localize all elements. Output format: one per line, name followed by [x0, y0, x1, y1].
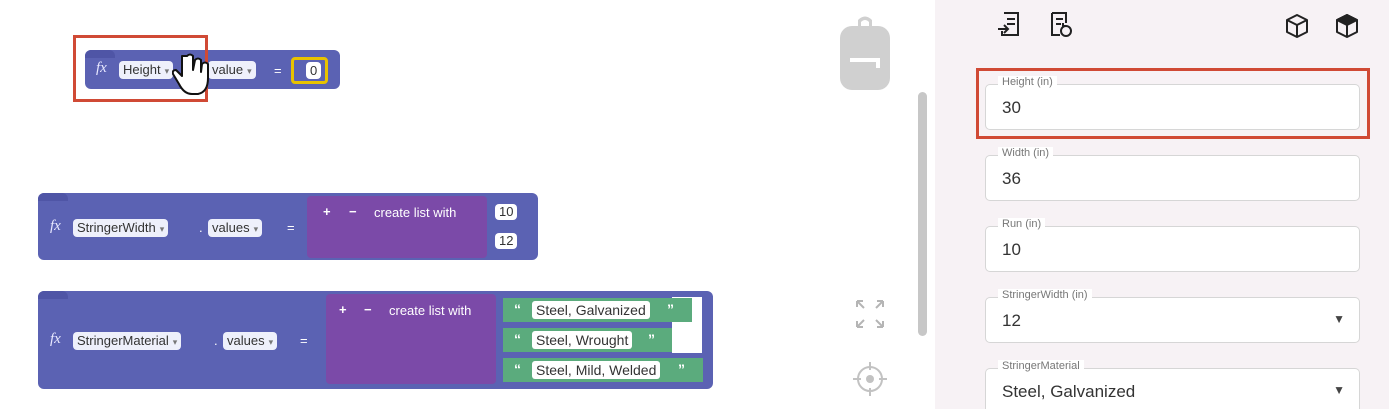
width-field-value[interactable]: 36: [1002, 169, 1021, 189]
list-text-item[interactable]: Steel, Wrought: [532, 331, 633, 349]
parameter-dropdown[interactable]: StringerWidth ▾: [73, 219, 169, 237]
close-quote: ”: [678, 361, 685, 377]
width-field[interactable]: Width (in) 36: [985, 147, 1360, 201]
list-number-item[interactable]: 12: [495, 233, 518, 249]
export-rules-icon[interactable]: [996, 10, 1024, 38]
cube-outline-icon[interactable]: [1283, 12, 1311, 40]
add-item-button[interactable]: +: [323, 204, 331, 219]
add-item-button[interactable]: +: [339, 302, 347, 317]
run-field-value[interactable]: 10: [1002, 240, 1021, 260]
number-block[interactable]: 0: [291, 57, 328, 84]
create-list-label: create list with: [374, 205, 457, 220]
fx-icon: fx: [50, 218, 61, 234]
hand-cursor-icon: [172, 53, 209, 95]
block-canvas[interactable]: fx Height ▾ value ▾ = 0 fx StringerWidth ▾ …: [0, 0, 935, 409]
reset-rules-icon[interactable]: [1046, 10, 1074, 38]
highlight-box: [976, 68, 1370, 139]
fit-view-icon[interactable]: [853, 297, 887, 331]
create-list-label: create list with: [389, 303, 472, 318]
equals-sign: =: [287, 220, 295, 235]
equals-sign: =: [300, 333, 308, 348]
backpack-icon[interactable]: [838, 12, 892, 92]
equals-sign: =: [274, 63, 282, 78]
open-quote: “: [514, 301, 521, 317]
stringer-material-value: Steel, Galvanized: [1002, 382, 1136, 401]
cube-filled-icon[interactable]: [1333, 12, 1361, 40]
open-quote: “: [514, 331, 521, 347]
list-number-item[interactable]: 10: [495, 204, 518, 220]
parameter-dropdown[interactable]: StringerMaterial ▾: [73, 332, 182, 350]
stringer-width-label: StringerWidth (in): [998, 289, 1092, 301]
center-target-icon[interactable]: [851, 360, 889, 398]
chevron-down-icon[interactable]: ▼: [1333, 312, 1345, 326]
remove-item-button[interactable]: −: [349, 204, 357, 219]
fx-icon: fx: [50, 331, 61, 347]
dot-separator: .: [214, 333, 218, 348]
stringer-width-value: 12: [1002, 311, 1021, 330]
remove-item-button[interactable]: −: [364, 302, 372, 317]
stringer-material-label: StringerMaterial: [998, 360, 1084, 372]
close-quote: ”: [667, 301, 674, 317]
number-value[interactable]: 0: [306, 62, 322, 79]
list-text-item[interactable]: Steel, Galvanized: [532, 301, 650, 319]
stringer-material-select[interactable]: StringerMaterial Steel, Galvanized ▼: [985, 360, 1360, 409]
canvas-scrollbar[interactable]: [918, 92, 927, 336]
property-dropdown[interactable]: value ▾: [208, 61, 256, 79]
run-field-label: Run (in): [998, 218, 1046, 230]
open-quote: “: [514, 361, 521, 377]
dot-separator: .: [199, 220, 203, 235]
stringer-width-select[interactable]: StringerWidth (in) 12 ▼: [985, 289, 1360, 343]
width-field-label: Width (in): [998, 147, 1054, 159]
run-field[interactable]: Run (in) 10: [985, 218, 1360, 272]
list-text-item[interactable]: Steel, Mild, Welded: [532, 361, 661, 379]
close-quote: ”: [648, 331, 655, 347]
property-dropdown[interactable]: values ▾: [208, 219, 263, 237]
property-dropdown[interactable]: values ▾: [223, 332, 278, 350]
parameters-panel: [935, 0, 1389, 409]
chevron-down-icon[interactable]: ▼: [1333, 383, 1345, 397]
